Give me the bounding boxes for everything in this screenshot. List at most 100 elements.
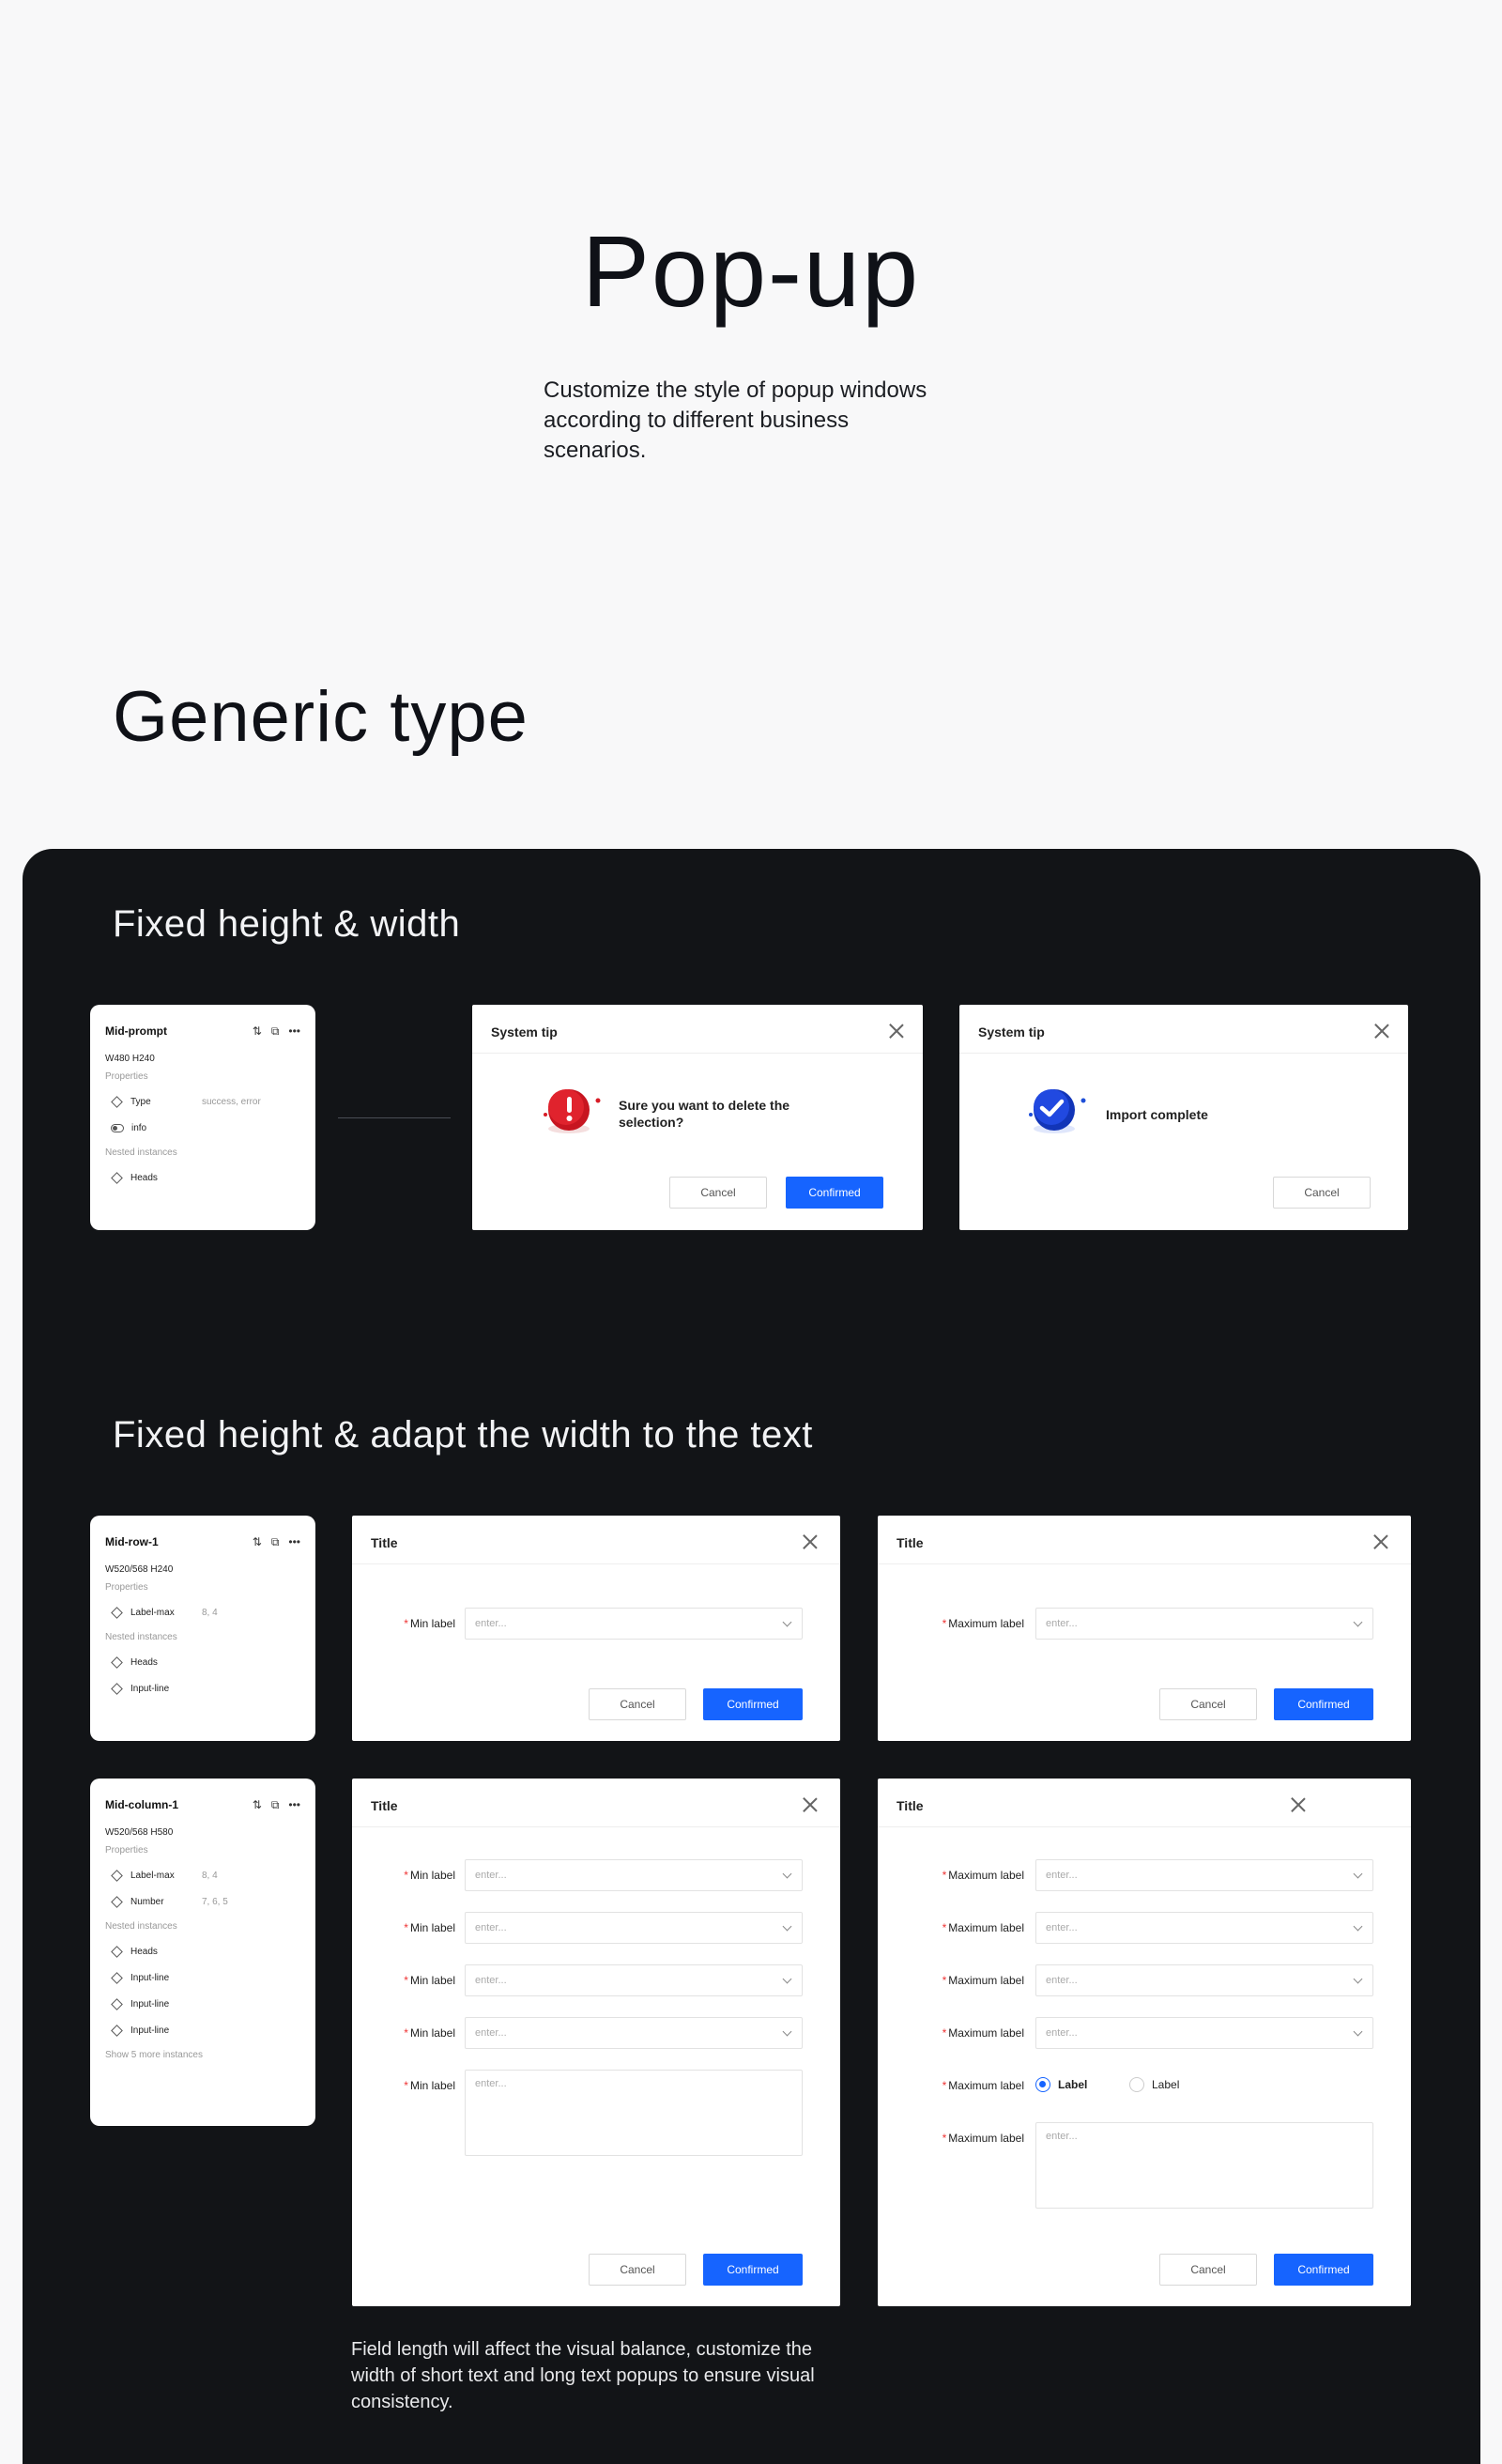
chevron-down-icon <box>1353 1869 1363 1879</box>
dialog-error: System tip Sure you want to delete the s… <box>472 1005 923 1230</box>
confirm-button[interactable]: Confirmed <box>1274 2254 1373 2286</box>
close-icon[interactable] <box>803 1534 818 1549</box>
nested-instance-row[interactable]: Input-line <box>105 1682 300 1695</box>
properties-caption: Properties <box>105 1582 148 1593</box>
nested-instance-row[interactable]: Heads <box>105 1945 300 1958</box>
select-input[interactable]: enter... <box>465 1859 803 1891</box>
show-more-link[interactable]: Show 5 more instances <box>105 2050 300 2060</box>
link-icon[interactable]: ⧉ <box>271 1536 280 1548</box>
subsection-title-fixed: Fixed height & width <box>113 903 461 945</box>
adjust-icon[interactable]: ⇅ <box>253 1799 262 1810</box>
radio-option-selected[interactable]: Label <box>1035 2077 1087 2092</box>
dialog-title: Title <box>371 1798 398 1813</box>
dialog-header: Title <box>878 1779 1411 1827</box>
nested-instance-row[interactable]: Input-line <box>105 1971 300 1984</box>
confirm-button[interactable]: Confirmed <box>1274 1688 1373 1720</box>
confirm-button[interactable]: Confirmed <box>786 1177 883 1209</box>
confirm-button[interactable]: Confirmed <box>703 2254 803 2286</box>
nested-instance-row[interactable]: Input-line <box>105 1997 300 2010</box>
more-icon[interactable]: ••• <box>288 1025 300 1037</box>
confirm-button[interactable]: Confirmed <box>703 1688 803 1720</box>
cancel-button[interactable]: Cancel <box>589 2254 686 2286</box>
cancel-button[interactable]: Cancel <box>669 1177 767 1209</box>
chevron-down-icon <box>782 1921 792 1932</box>
nested-caption: Nested instances <box>105 1921 177 1932</box>
radio-option[interactable]: Label <box>1129 2077 1179 2092</box>
nested-caption: Nested instances <box>105 1147 177 1158</box>
property-row[interactable]: Type success, error <box>105 1095 300 1108</box>
success-icon <box>1029 1089 1086 1133</box>
textarea-input[interactable]: enter... <box>465 2070 803 2156</box>
select-input[interactable]: enter... <box>465 1608 803 1640</box>
component-name: Mid-column-1 <box>105 1798 178 1811</box>
variant-icon <box>111 1869 123 1882</box>
close-icon[interactable] <box>1373 1534 1388 1549</box>
select-input[interactable]: enter... <box>465 1964 803 1996</box>
field-label: * Maximum label <box>942 1974 1024 1987</box>
field-label: * Min label <box>404 1921 455 1934</box>
field-label: * Min label <box>404 1974 455 1987</box>
field-label: * Maximum label <box>942 2079 1024 2092</box>
cancel-button[interactable]: Cancel <box>1159 1688 1257 1720</box>
field-label: * Maximum label <box>942 2026 1024 2040</box>
dialog-title: Title <box>897 1535 924 1550</box>
dialog-title: System tip <box>491 1024 558 1040</box>
dialog-header: System tip <box>959 1005 1408 1054</box>
select-input[interactable]: enter... <box>1035 1912 1373 1944</box>
dialog-header: Title <box>352 1779 840 1827</box>
close-icon[interactable] <box>1374 1024 1389 1039</box>
component-card-mid-column: Mid-column-1 ⇅ ⧉ ••• W520/568 H580 Prope… <box>90 1779 315 2126</box>
select-input[interactable]: enter... <box>1035 2017 1373 2049</box>
page-title: Pop-up <box>581 214 921 328</box>
error-icon <box>544 1089 601 1133</box>
select-input[interactable]: enter... <box>1035 1859 1373 1891</box>
chevron-down-icon <box>782 2026 792 2037</box>
page-description: Customize the style of popup windows acc… <box>544 377 927 463</box>
dialog-row-max: Title * Maximum label enter... Cancel Con… <box>878 1516 1411 1741</box>
chevron-down-icon <box>782 1869 792 1879</box>
dialog-header: Title <box>352 1516 840 1564</box>
chevron-down-icon <box>1353 1974 1363 1984</box>
dialog-title: System tip <box>978 1024 1045 1040</box>
property-row[interactable]: Label-max 8, 4 <box>105 1606 300 1619</box>
connector-line <box>338 1117 451 1118</box>
cancel-button[interactable]: Cancel <box>1159 2254 1257 2286</box>
instance-icon <box>111 1997 123 2010</box>
chevron-down-icon <box>782 1617 792 1627</box>
nested-instance-row[interactable]: Heads <box>105 1656 300 1669</box>
section-title: Generic type <box>113 677 529 757</box>
select-input[interactable]: enter... <box>465 2017 803 2049</box>
adjust-icon[interactable]: ⇅ <box>253 1536 262 1548</box>
dialog-message: Import complete <box>1106 1107 1208 1122</box>
component-name: Mid-prompt <box>105 1024 167 1038</box>
more-icon[interactable]: ••• <box>288 1536 300 1548</box>
select-input[interactable]: enter... <box>465 1912 803 1944</box>
nested-instance-row[interactable]: Input-line <box>105 2024 300 2037</box>
chevron-down-icon <box>1353 1921 1363 1932</box>
nested-instance-row[interactable]: Heads <box>105 1171 300 1184</box>
select-input[interactable]: enter... <box>1035 1608 1373 1640</box>
close-icon[interactable] <box>803 1797 818 1812</box>
link-icon[interactable]: ⧉ <box>271 1025 280 1037</box>
textarea-input[interactable]: enter... <box>1035 2122 1373 2209</box>
property-row[interactable]: Label-max 8, 4 <box>105 1869 300 1882</box>
close-icon[interactable] <box>889 1024 904 1039</box>
instance-icon <box>111 1656 123 1669</box>
link-icon[interactable]: ⧉ <box>271 1799 280 1810</box>
adjust-icon[interactable]: ⇅ <box>253 1025 262 1037</box>
select-input[interactable]: enter... <box>1035 1964 1373 1996</box>
properties-caption: Properties <box>105 1071 148 1082</box>
cancel-button[interactable]: Cancel <box>589 1688 686 1720</box>
property-row[interactable]: Number 7, 6, 5 <box>105 1895 300 1908</box>
component-card-mid-row: Mid-row-1 ⇅ ⧉ ••• W520/568 H240 Properti… <box>90 1516 315 1741</box>
component-size: W520/568 H580 <box>105 1827 174 1838</box>
cancel-button[interactable]: Cancel <box>1273 1177 1371 1209</box>
property-row[interactable]: info <box>105 1121 300 1134</box>
close-icon[interactable] <box>1291 1797 1306 1812</box>
instance-icon <box>111 1971 123 1984</box>
instance-icon <box>111 1171 123 1184</box>
dialog-header: System tip <box>472 1005 923 1054</box>
more-icon[interactable]: ••• <box>288 1799 300 1810</box>
field-label: * Min label <box>404 2026 455 2040</box>
subsection-title-adapt: Fixed height & adapt the width to the te… <box>113 1414 813 1455</box>
